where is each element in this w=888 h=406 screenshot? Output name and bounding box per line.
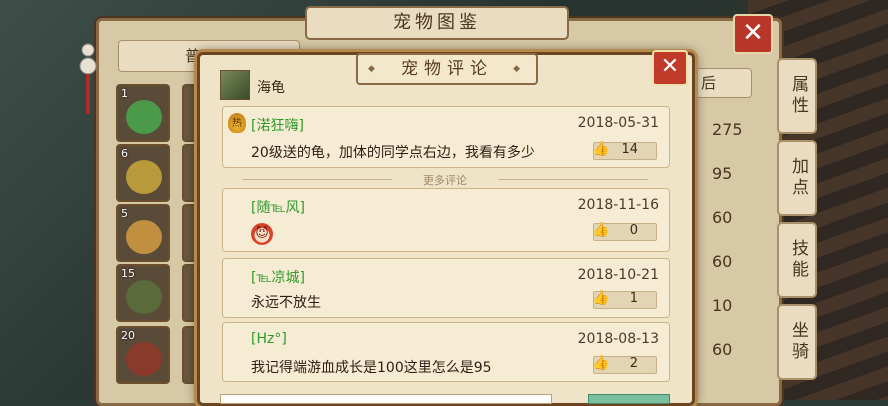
close-window-button[interactable]: ✕	[733, 14, 773, 54]
comment-card: 热 [渃狂嗨] 2018-05-31 20级送的龟，加体的同学点右边，我看有多少…	[222, 106, 670, 168]
stat-value: 60	[712, 208, 733, 227]
gourd-ornament-icon	[79, 43, 97, 114]
thumbs-up-icon: 👍	[592, 222, 610, 238]
next-button[interactable]: 后	[690, 68, 752, 98]
pet-slot-4[interactable]: 15	[116, 264, 170, 322]
tab-skills[interactable]: 技能	[777, 222, 817, 298]
close-dialog-button[interactable]: ✕	[652, 50, 688, 86]
like-count: 2	[629, 356, 638, 371]
tab-add-points[interactable]: 加点	[777, 140, 817, 216]
comment-text: 20级送的龟，加体的同学点右边，我看有多少	[251, 145, 535, 161]
pet-portrait	[126, 100, 162, 134]
like-button[interactable]: 👍 1	[592, 290, 657, 309]
devil-emoji-icon: 😈	[251, 223, 273, 245]
comment-card: [随℡风] 2018-11-16 😈 👍 0	[222, 188, 670, 252]
pet-level: 1	[121, 87, 128, 100]
pet-portrait	[126, 220, 162, 254]
comment-date: 2018-08-13	[577, 331, 659, 347]
stat-value: 10	[712, 296, 733, 315]
comment-text: 我记得端游血成长是100这里怎么是95	[251, 360, 492, 376]
stat-value: 95	[712, 164, 733, 183]
more-comments-divider[interactable]: 更多评论	[222, 172, 668, 187]
pet-level: 15	[121, 267, 135, 280]
comment-card: [℡凉城] 2018-10-21 永远不放生 👍 1	[222, 258, 670, 318]
pet-portrait	[126, 342, 162, 376]
thumbs-up-icon: 👍	[592, 355, 610, 371]
dialog-title: 宠物评论	[356, 53, 538, 85]
like-count: 14	[621, 142, 638, 157]
next-label: 后	[701, 74, 717, 92]
stat-value: 60	[712, 252, 733, 271]
pet-level: 6	[121, 147, 128, 160]
pet-portrait	[126, 280, 162, 314]
comment-user[interactable]: [渃狂嗨]	[251, 115, 304, 135]
comment-input[interactable]	[220, 394, 552, 404]
comment-card: [Hz°] 2018-08-13 我记得端游血成长是100这里怎么是95 👍 2	[222, 322, 670, 382]
comment-date: 2018-05-31	[577, 115, 659, 131]
tab-attributes[interactable]: 属性	[777, 58, 817, 134]
stat-value: 60	[712, 340, 733, 359]
pet-slot-1[interactable]: 1	[116, 84, 170, 142]
comment-user[interactable]: [随℡风]	[251, 197, 305, 217]
comment-user[interactable]: [℡凉城]	[251, 267, 305, 287]
pet-level: 5	[121, 207, 128, 220]
like-count: 1	[629, 291, 638, 306]
like-count: 0	[629, 223, 638, 238]
comment-date: 2018-11-16	[577, 197, 659, 213]
more-comments-label[interactable]: 更多评论	[423, 174, 467, 187]
pet-slot-5[interactable]: 20	[116, 326, 170, 384]
pet-slot-2[interactable]: 6	[116, 144, 170, 202]
hot-icon: 热	[228, 113, 246, 133]
comment-text: 永远不放生	[251, 295, 321, 311]
pet-level: 20	[121, 329, 135, 342]
pet-portrait	[126, 160, 162, 194]
window-title: 宠物图鉴	[305, 6, 569, 40]
thumbs-up-icon: 👍	[592, 290, 610, 306]
like-button[interactable]: 👍 2	[592, 355, 657, 374]
send-button[interactable]	[588, 394, 670, 404]
comment-user[interactable]: [Hz°]	[251, 331, 287, 347]
comment-date: 2018-10-21	[577, 267, 659, 283]
like-button[interactable]: 👍 0	[592, 222, 657, 241]
tab-mount[interactable]: 坐骑	[777, 304, 817, 380]
pet-avatar	[220, 70, 250, 100]
stat-value: 275	[712, 120, 743, 139]
thumbs-up-icon: 👍	[592, 141, 610, 157]
pet-name: 海龟	[257, 80, 285, 96]
pet-slot-3[interactable]: 5	[116, 204, 170, 262]
like-button[interactable]: 👍 14	[592, 141, 657, 160]
